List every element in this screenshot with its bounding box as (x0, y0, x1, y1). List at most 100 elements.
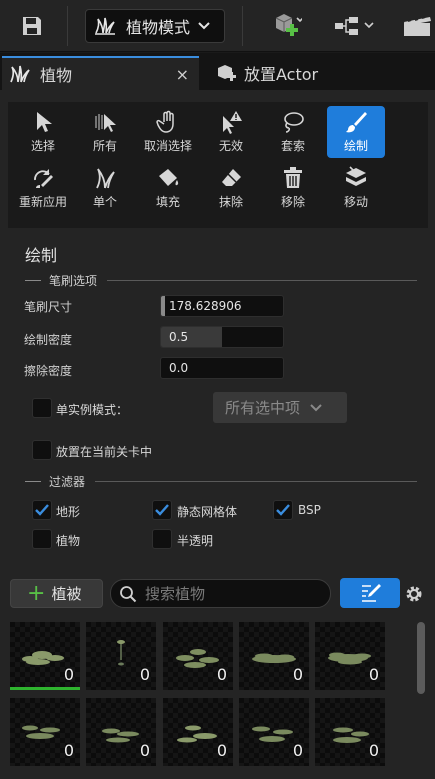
tool-reapply[interactable]: 重新应用 (14, 162, 72, 214)
tool-label: 套索 (280, 139, 305, 153)
grid-scrollbar[interactable] (417, 622, 425, 694)
tool-lasso[interactable]: 套索 (264, 106, 322, 158)
filter-translucent-checkbox[interactable] (152, 529, 172, 549)
invalid-warning-icon (223, 111, 242, 134)
gear-icon[interactable] (404, 584, 424, 604)
mode-selector[interactable]: 植物模式 (85, 9, 225, 43)
checkmark-icon (276, 504, 290, 516)
erase-density-value: 0.0 (169, 361, 189, 375)
tool-label: 无效 (218, 139, 243, 153)
tool-label: 移除 (280, 195, 305, 209)
fill-bucket-icon (159, 169, 179, 186)
section-title: 绘制 (25, 246, 58, 265)
lasso-icon (284, 112, 304, 133)
foliage-thumbnail[interactable]: 0 (163, 698, 233, 766)
filter-landscape-label: 地形 (56, 505, 81, 519)
search-input[interactable]: 搜索植物 (145, 583, 205, 604)
tool-deselect[interactable]: 取消选择 (139, 106, 197, 158)
brush-size-field[interactable]: 178.628906 (160, 295, 284, 317)
filter-static-mesh-label: 静态网格体 (177, 505, 238, 519)
filter-foliage-label: 植物 (56, 534, 81, 548)
instance-count: 0 (139, 741, 150, 760)
tab-foliage-label: 植物 (40, 66, 73, 85)
checkmark-icon (35, 504, 49, 516)
filter-landscape-checkbox[interactable] (32, 500, 52, 520)
tab-place-actors[interactable]: 放置Actor (212, 56, 412, 90)
instance-count: 0 (216, 665, 227, 684)
filter-bsp-label: BSP (298, 503, 321, 517)
filter-bsp-checkbox[interactable] (273, 500, 293, 520)
add-actor-icon (275, 14, 302, 36)
panel-tabs: 植物 × 放置Actor (0, 53, 435, 90)
filters-header[interactable]: 过滤器 (25, 474, 417, 489)
foliage-thumbnail[interactable]: 0 (163, 622, 233, 690)
tool-invalid[interactable]: 无效 (202, 106, 260, 158)
brush-size-fill (161, 296, 165, 316)
foliage-thumbnail[interactable]: 0 (86, 622, 156, 690)
instance-count: 0 (368, 741, 379, 760)
save-icon (23, 17, 41, 35)
add-actor-button[interactable] (262, 8, 310, 44)
cinematics-button[interactable] (398, 8, 435, 44)
blueprint-button[interactable] (330, 8, 382, 44)
paint-density-field[interactable]: 0.5 (160, 326, 284, 348)
foliage-thumbnail[interactable]: 0 (86, 698, 156, 766)
erase-icon (222, 169, 241, 186)
tool-remove[interactable]: 移除 (264, 162, 322, 214)
foliage-thumbnail[interactable]: 0 (10, 698, 80, 766)
single-instance-icon (96, 168, 115, 189)
move-icon (346, 166, 366, 186)
tool-single[interactable]: 单个 (76, 162, 134, 214)
close-icon[interactable]: × (176, 65, 189, 84)
brush-options-header[interactable]: 笔刷选项 (25, 273, 417, 288)
tool-label: 移动 (343, 195, 368, 209)
foliage-thumbnail[interactable]: 0 (239, 622, 309, 690)
tool-select-all[interactable]: 所有 (76, 106, 134, 158)
filter-foliage-checkbox[interactable] (32, 529, 52, 549)
add-foliage-label: 植被 (51, 585, 82, 603)
place-in-level-label: 放置在当前关卡中 (56, 445, 153, 459)
instance-count: 0 (63, 741, 74, 760)
group-label: 过滤器 (49, 474, 86, 489)
reapply-icon (34, 169, 53, 188)
foliage-panel: 选择 所有 取消选择 无效 套索 绘制 重新应用 单个 填充 抹除 移除 移动 … (0, 90, 435, 779)
search-icon (120, 585, 137, 602)
instance-count: 0 (63, 665, 74, 684)
tool-erase[interactable]: 抹除 (202, 162, 260, 214)
paint-brush-icon (346, 112, 367, 133)
select-cursor-icon (37, 112, 52, 132)
pencil-list-icon (362, 584, 381, 602)
foliage-thumbnail[interactable]: 0 (239, 698, 309, 766)
foliage-thumbnail-grid: 0 0 0 0 0 0 0 0 0 0 (10, 622, 386, 779)
chevron-down-icon (310, 403, 322, 411)
tab-place-actors-label: 放置Actor (244, 65, 319, 84)
tool-paint[interactable]: 绘制 (327, 106, 385, 158)
brush-size-value: 178.628906 (169, 299, 242, 313)
tab-foliage[interactable]: 植物 × (2, 56, 199, 90)
single-instance-dropdown[interactable]: 所有选中项 (213, 392, 347, 423)
tool-label: 填充 (155, 195, 180, 209)
place-in-level-checkbox[interactable] (32, 440, 52, 460)
group-label: 笔刷选项 (49, 273, 98, 288)
tool-label: 选择 (30, 139, 55, 153)
save-button[interactable] (14, 8, 50, 44)
single-instance-checkbox[interactable] (32, 398, 52, 418)
dropdown-value: 所有选中项 (225, 399, 301, 417)
select-all-icon (95, 114, 116, 132)
erase-density-field[interactable]: 0.0 (160, 357, 284, 379)
tool-label: 取消选择 (143, 139, 192, 153)
add-foliage-button[interactable]: + 植被 (10, 579, 103, 608)
tool-fill[interactable]: 填充 (139, 162, 197, 214)
foliage-search[interactable]: 搜索植物 (110, 579, 331, 608)
tool-label: 重新应用 (18, 195, 67, 209)
edit-foliage-settings-button[interactable] (340, 578, 400, 608)
tool-select[interactable]: 选择 (14, 106, 72, 158)
foliage-thumbnail[interactable]: 0 (10, 622, 80, 690)
foliage-thumbnail[interactable]: 0 (315, 698, 385, 766)
filter-static-mesh-checkbox[interactable] (152, 500, 172, 520)
main-toolbar: 植物模式 (0, 0, 435, 52)
foliage-thumbnail[interactable]: 0 (315, 622, 385, 690)
tool-move[interactable]: 移动 (327, 162, 385, 214)
tool-label: 所有 (92, 139, 117, 153)
foliage-icon (10, 65, 30, 83)
